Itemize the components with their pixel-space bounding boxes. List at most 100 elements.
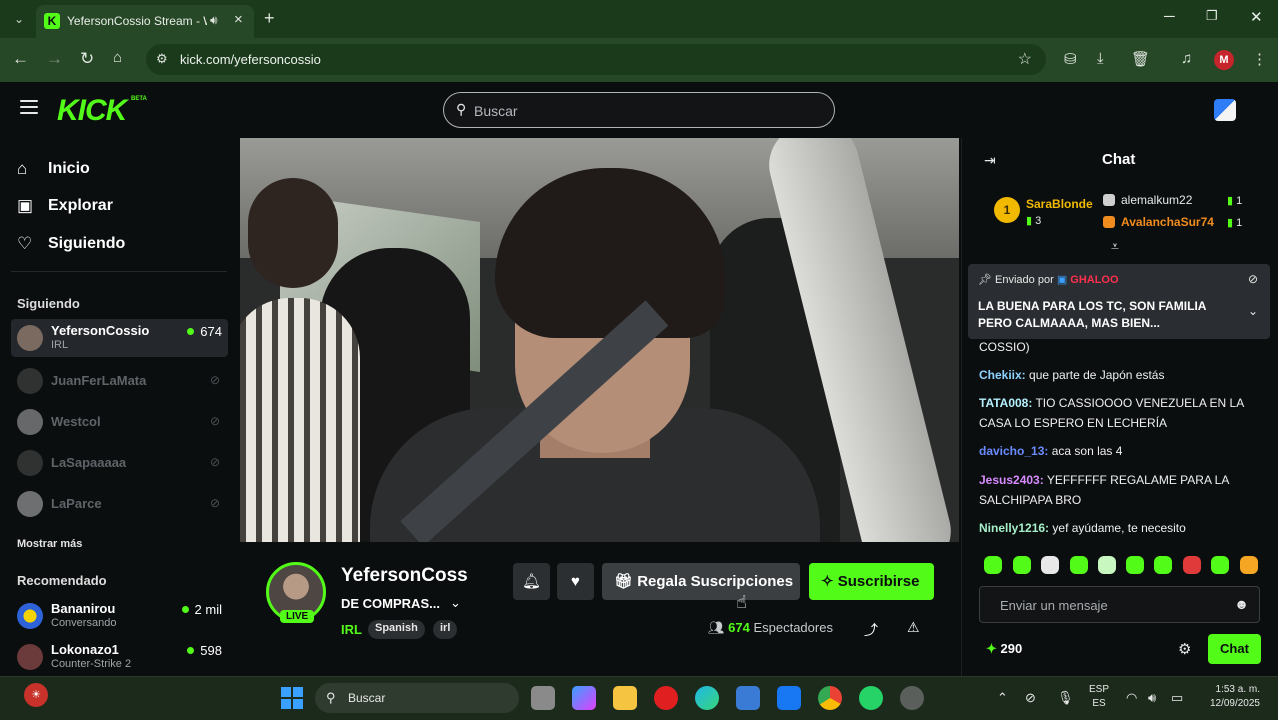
address-bar[interactable]: ⚙ kick.com/yefersoncossio ☆	[146, 44, 1046, 75]
recommended-channel-lokonazo1[interactable]: Lokonazo1 Counter-Strike 2 598	[11, 638, 228, 676]
tab-search-icon[interactable]: ⌄	[8, 8, 30, 30]
youtube-icon[interactable]	[654, 686, 678, 710]
microphone-icon[interactable]: 🎙︎	[1057, 690, 1074, 706]
trash-icon[interactable]: 🗑︎	[1131, 50, 1150, 68]
emote-icon[interactable]	[1041, 556, 1059, 574]
back-arrow-icon[interactable]: ←	[12, 49, 29, 69]
stream-category[interactable]: IRL	[341, 622, 362, 637]
rank-icon	[1103, 194, 1115, 206]
emoji-icon[interactable]: ☻	[1234, 596, 1249, 612]
maximize-button[interactable]: ❐	[1206, 8, 1218, 24]
video-player[interactable]	[240, 138, 959, 542]
language-indicator[interactable]: ESP ES	[1089, 683, 1109, 711]
hamburger-menu-icon[interactable]	[20, 100, 38, 114]
channel-points[interactable]: ✦ 290	[986, 641, 1022, 657]
top-gifter-row-2[interactable]: alemalkum22	[1103, 193, 1192, 207]
emote-icon[interactable]	[984, 556, 1002, 574]
battery-icon[interactable]: ▭	[1171, 690, 1183, 706]
file-explorer-icon[interactable]	[613, 686, 637, 710]
start-button[interactable]	[281, 687, 303, 709]
offline-icon: ⊘	[209, 455, 220, 469]
url-text[interactable]: kick.com/yefersoncossio	[180, 52, 321, 67]
following-channel-westcol[interactable]: Westcol ⊘	[11, 403, 228, 441]
download-icon[interactable]: ⤓	[1097, 50, 1104, 67]
chrome-icon[interactable]	[818, 686, 842, 710]
site-info-icon[interactable]: ⚙	[156, 51, 168, 67]
chevron-down-icon[interactable]: ⩡	[1111, 238, 1119, 255]
kick-logo[interactable]: KICK	[57, 94, 127, 128]
emote-icon[interactable]	[1013, 556, 1031, 574]
user-avatar[interactable]	[1214, 99, 1236, 121]
task-view-icon[interactable]	[531, 686, 555, 710]
follow-heart-button[interactable]: ♥	[557, 563, 594, 600]
store-icon[interactable]	[736, 686, 760, 710]
emote-icon[interactable]	[1240, 556, 1258, 574]
minimize-button[interactable]: ─	[1164, 8, 1175, 25]
network-off-icon[interactable]: ⊘	[1025, 690, 1036, 706]
following-channel-juanferlamata[interactable]: JuanFerLaMata ⊘	[11, 362, 228, 400]
channel-name: Bananirou	[51, 601, 116, 616]
volume-icon[interactable]: 🔊︎	[1148, 690, 1156, 706]
widgets-icon[interactable]: ☀	[24, 683, 48, 707]
chevron-up-icon[interactable]: ⌃	[997, 690, 1008, 706]
subscribe-label: Suscribirse	[837, 573, 920, 590]
search-input[interactable]: ⚲ Buscar	[443, 92, 835, 128]
following-channel-laparce[interactable]: LaParce ⊘	[11, 485, 228, 523]
chevron-down-icon[interactable]: ⌄	[450, 595, 461, 611]
close-window-button[interactable]: ✕	[1250, 8, 1263, 26]
system-clock[interactable]: 1:53 a. m. 12/09/2025	[1196, 683, 1260, 711]
profile-avatar[interactable]: M	[1214, 50, 1234, 70]
forward-arrow-icon[interactable]: →	[46, 49, 63, 69]
edge-icon[interactable]	[695, 686, 719, 710]
facebook-icon[interactable]	[777, 686, 801, 710]
emote-icon[interactable]	[1154, 556, 1172, 574]
top-gifter-name[interactable]: SaraBlonde	[1026, 197, 1093, 211]
show-more-link[interactable]: Mostrar más	[17, 538, 82, 550]
chevron-down-icon[interactable]: ⌄	[1248, 304, 1258, 318]
emote-icon[interactable]	[1070, 556, 1088, 574]
browser-tab[interactable]: K YefersonCossio Stream - W 🔊︎ ×	[36, 5, 254, 38]
following-channel-yefersoncossio[interactable]: YefersonCossio IRL 674	[11, 319, 228, 357]
hide-pinned-icon[interactable]: ⊘	[1248, 272, 1258, 286]
notification-bell-button[interactable]: 🔔︎	[513, 563, 550, 600]
chat-message-input[interactable]: Enviar un mensaje ☻	[979, 586, 1260, 623]
close-tab-icon[interactable]: ×	[234, 11, 243, 28]
chat-message: davicho_13: aca son las 4	[979, 444, 1123, 458]
bookmark-star-icon[interactable]: ☆	[1018, 49, 1032, 69]
logo-beta-label: BETA	[131, 96, 147, 102]
wifi-icon[interactable]: ◠	[1126, 690, 1137, 706]
copilot-icon[interactable]	[572, 686, 596, 710]
send-chat-button[interactable]: Chat	[1208, 634, 1261, 664]
collapse-chat-icon[interactable]: ⇥	[984, 152, 996, 169]
report-warning-icon[interactable]: ⚠	[907, 619, 920, 636]
emote-icon[interactable]	[1126, 556, 1144, 574]
app-icon[interactable]	[900, 686, 924, 710]
media-control-icon[interactable]: ♫	[1181, 50, 1192, 67]
following-channel-lasapaaaaa[interactable]: LaSapaaaaa ⊘	[11, 444, 228, 482]
live-badge: LIVE	[280, 610, 315, 623]
gift-subscriptions-button[interactable]: 🎁︎ Regala Suscripciones	[602, 563, 800, 600]
subscribe-button[interactable]: ✧ Suscribirse	[809, 563, 934, 600]
emote-icon[interactable]	[1211, 556, 1229, 574]
incognito-icon[interactable]: ⛁	[1064, 50, 1077, 68]
emote-icon[interactable]	[1098, 556, 1116, 574]
menu-dots-icon[interactable]: ⋮	[1252, 50, 1267, 68]
home-icon[interactable]: ⌂	[113, 49, 122, 66]
sidebar-item-label: Explorar	[48, 197, 113, 214]
tag-irl[interactable]: irl	[433, 620, 458, 639]
gear-icon[interactable]: ⚙	[1178, 640, 1191, 658]
whatsapp-icon[interactable]	[859, 686, 883, 710]
top-gifter-row-3[interactable]: AvalanchaSur74	[1103, 215, 1214, 229]
speaker-icon[interactable]: 🔊︎	[210, 13, 218, 28]
pinned-message[interactable]: 📌︎ Enviado por ▣ GHALOO ⊘ LA BUENA PARA …	[968, 264, 1270, 339]
streamer-name[interactable]: YefersonCoss	[341, 565, 468, 587]
new-tab-button[interactable]: +	[264, 8, 275, 29]
taskbar-search[interactable]: ⚲ Buscar	[315, 683, 519, 713]
emote-icon[interactable]	[1183, 556, 1201, 574]
share-icon[interactable]: ⤴	[864, 620, 878, 640]
tag-spanish[interactable]: Spanish	[368, 620, 425, 639]
recommended-channel-bananirou[interactable]: Bananirou Conversando 2 mil	[11, 597, 228, 635]
reload-icon[interactable]: ↻	[80, 49, 94, 69]
channel-name: YefersonCossio	[51, 323, 150, 338]
pin-icon: 📌︎	[978, 274, 996, 286]
